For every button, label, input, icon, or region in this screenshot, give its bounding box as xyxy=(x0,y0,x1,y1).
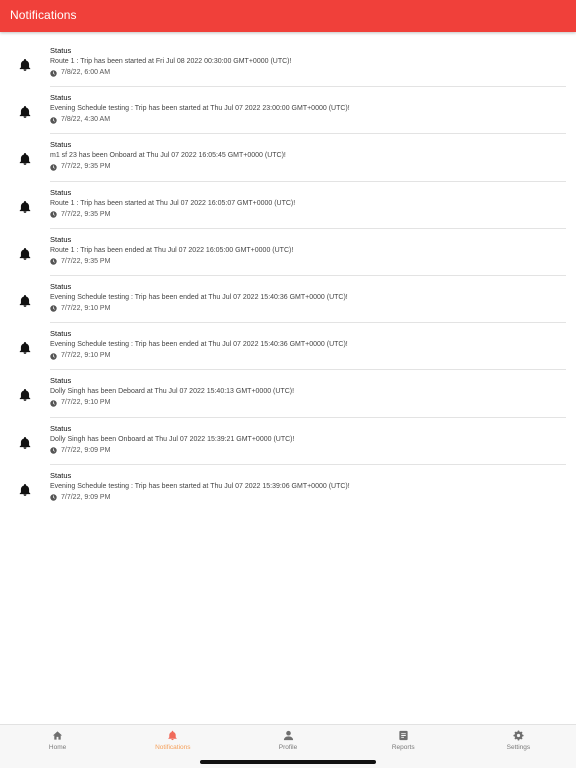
tab-profile-label: Profile xyxy=(278,744,298,751)
bell-icon xyxy=(19,294,31,307)
bell-icon xyxy=(19,342,31,354)
document-icon xyxy=(399,730,408,741)
bell-icon xyxy=(19,58,31,71)
clock-icon xyxy=(50,69,57,77)
notification-item[interactable]: Status Route 1 : Trip has been started a… xyxy=(0,182,576,229)
notification-list[interactable]: Status Route 1 : Trip has been started a… xyxy=(0,40,576,512)
notification-time-text: 7/7/22, 9:09 PM xyxy=(61,493,111,501)
notification-time-text: 7/7/22, 9:10 PM xyxy=(61,399,111,407)
notification-message: Evening Schedule testing : Trip has been… xyxy=(50,105,350,113)
notification-message: Evening Schedule testing : Trip has been… xyxy=(50,482,350,490)
tab-settings[interactable]: Settings xyxy=(461,725,576,768)
notification-timestamp: 7/7/22, 9:35 PM xyxy=(50,209,566,221)
notification-message: Evening Schedule testing : Trip has been… xyxy=(50,341,348,349)
notification-title: Status xyxy=(50,376,72,386)
notification-item[interactable]: Status Route 1 : Trip has been started a… xyxy=(0,40,576,88)
clock-icon xyxy=(50,164,57,171)
notification-item[interactable]: Status m1 sf 23 has been Onboard at Thu … xyxy=(0,134,576,182)
notification-timestamp: 7/8/22, 4:30 AM xyxy=(50,114,566,126)
notification-time-text: 7/7/22, 9:10 PM xyxy=(61,352,111,360)
notification-timestamp: 7/7/22, 9:35 PM xyxy=(50,256,566,268)
gear-icon xyxy=(513,730,524,741)
notification-title: Status xyxy=(50,281,72,291)
notification-item[interactable]: Status Evening Schedule testing : Trip h… xyxy=(0,87,576,135)
clock-icon xyxy=(50,352,57,360)
notification-title: Status xyxy=(50,329,72,339)
notification-timestamp: 7/7/22, 9:10 PM xyxy=(50,303,566,315)
bell-icon xyxy=(19,436,31,449)
clock-icon xyxy=(50,211,57,218)
notification-item[interactable]: Status Evening Schedule testing : Trip h… xyxy=(0,465,576,512)
notification-item[interactable]: Status Dolly Singh has been Onboard at T… xyxy=(0,418,576,465)
notification-title: Status xyxy=(50,423,72,433)
tab-reports-label: Reports xyxy=(391,744,415,751)
bell-icon xyxy=(19,389,31,402)
notification-timestamp: 7/7/22, 9:09 PM xyxy=(50,492,566,504)
notification-time-text: 7/7/22, 9:09 PM xyxy=(61,446,111,454)
notification-message: Route 1 : Trip has been ended at Thu Jul… xyxy=(50,246,294,254)
notification-message: Dolly Singh has been Deboard at Thu Jul … xyxy=(50,388,295,396)
clock-icon xyxy=(50,494,57,501)
notification-title: Status xyxy=(50,140,72,150)
clock-icon xyxy=(50,447,57,454)
notification-timestamp: 7/7/22, 9:10 PM xyxy=(50,350,566,362)
notification-time-text: 7/7/22, 9:35 PM xyxy=(61,210,111,218)
notification-message: Evening Schedule testing : Trip has been… xyxy=(50,293,348,301)
notification-timestamp: 7/7/22, 9:10 PM xyxy=(50,397,566,409)
bell-icon xyxy=(168,730,177,741)
notification-item[interactable]: Status Dolly Singh has been Deboard at T… xyxy=(0,370,576,418)
bell-icon xyxy=(19,106,31,119)
notification-time-text: 7/7/22, 9:35 PM xyxy=(61,257,111,265)
app-header: Notifications xyxy=(0,0,576,32)
tab-home-label: Home xyxy=(48,744,67,751)
notification-item[interactable]: Status Evening Schedule testing : Trip h… xyxy=(0,323,576,371)
notification-time-text: 7/8/22, 4:30 AM xyxy=(61,116,111,124)
home-icon xyxy=(53,731,63,740)
bell-icon xyxy=(19,483,31,496)
clock-icon xyxy=(50,116,57,124)
notification-message: m1 sf 23 has been Onboard at Thu Jul 07 … xyxy=(50,152,286,160)
home-indicator[interactable] xyxy=(200,760,376,764)
notification-time-text: 7/7/22, 9:10 PM xyxy=(61,304,111,312)
bell-icon xyxy=(19,153,31,166)
notification-item[interactable]: Status Route 1 : Trip has been ended at … xyxy=(0,229,576,276)
clock-icon xyxy=(50,400,57,407)
notification-timestamp: 7/7/22, 9:09 PM xyxy=(50,445,566,457)
notification-timestamp: 7/8/22, 6:00 AM xyxy=(50,67,566,79)
clock-icon xyxy=(50,305,57,313)
clock-icon xyxy=(50,258,57,265)
notification-time-text: 7/7/22, 9:35 PM xyxy=(61,163,111,171)
notification-message: Route 1 : Trip has been started at Thu J… xyxy=(50,199,296,207)
bell-icon xyxy=(19,247,31,260)
notification-title: Status xyxy=(50,46,72,55)
tab-home[interactable]: Home xyxy=(0,725,115,768)
notification-message: Dolly Singh has been Onboard at Thu Jul … xyxy=(50,435,295,443)
notification-timestamp: 7/7/22, 9:35 PM xyxy=(50,161,566,173)
page-title: Notifications xyxy=(10,8,77,22)
notification-title: Status xyxy=(50,93,72,103)
notification-item[interactable]: Status Evening Schedule testing : Trip h… xyxy=(0,276,576,324)
notification-message: Route 1 : Trip has been started at Fri J… xyxy=(50,58,292,65)
tab-notifications-label: Notifications xyxy=(155,744,191,751)
person-icon xyxy=(283,730,293,741)
tab-settings-label: Settings xyxy=(506,744,531,751)
notification-title: Status xyxy=(50,470,72,480)
bell-icon xyxy=(19,200,31,213)
notification-title: Status xyxy=(50,187,72,197)
notification-time-text: 7/8/22, 6:00 AM xyxy=(61,69,111,76)
notification-title: Status xyxy=(50,234,72,244)
